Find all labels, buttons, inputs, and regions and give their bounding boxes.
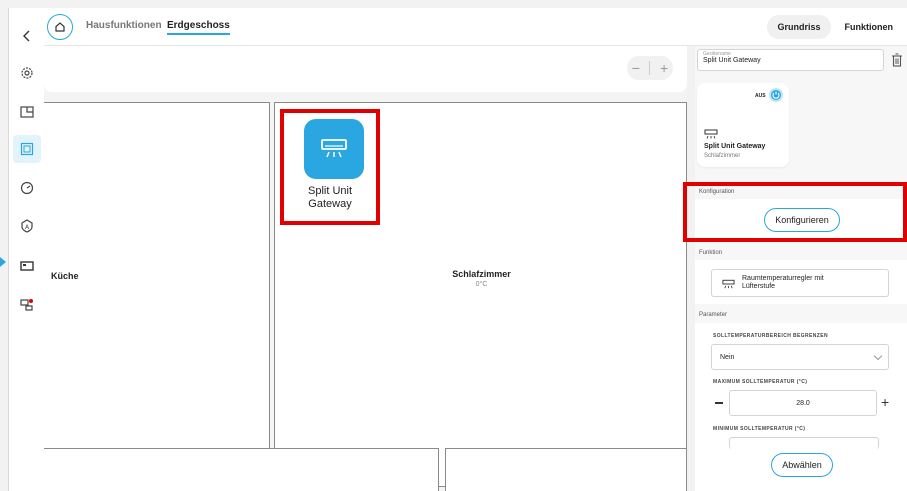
- grid-icon: [20, 142, 34, 156]
- room-bottom-left[interactable]: [44, 448, 439, 491]
- shield-icon: A: [21, 219, 33, 233]
- section-parameter: Parameter: [695, 312, 907, 318]
- power-toggle[interactable]: [769, 88, 783, 102]
- device-card-title: Split Unit Gateway: [704, 143, 766, 150]
- funktion-card: Raumtemperaturregler mit Lüfterstufe: [695, 260, 907, 304]
- home-button[interactable]: [47, 14, 73, 40]
- config-highlight: [683, 182, 907, 242]
- trash-icon[interactable]: [891, 53, 903, 67]
- floorplan-header: − +: [44, 46, 687, 92]
- breadcrumb-erdgeschoss[interactable]: Erdgeschoss: [167, 20, 230, 35]
- funktion-select[interactable]: Raumtemperaturregler mit Lüfterstufe: [711, 269, 889, 297]
- device-name-field-value: Split Unit Gateway: [703, 57, 761, 64]
- properties-panel: Gerätename Split Unit Gateway AUS Split …: [695, 46, 907, 491]
- zoom-in-button[interactable]: +: [660, 60, 668, 76]
- device-highlight: Split Unit Gateway: [280, 109, 380, 225]
- room-temperature: 0°C: [475, 281, 488, 288]
- device-state: AUS: [755, 93, 766, 99]
- air-conditioner-icon: [321, 139, 347, 158]
- view-toggle: Grundriss Funktionen: [767, 15, 903, 39]
- device-card[interactable]: AUS Split Unit Gateway Schlafzimmer: [697, 83, 789, 167]
- max-temp-decrease-button[interactable]: [715, 402, 723, 404]
- power-icon: [772, 91, 780, 99]
- zoom-divider: [649, 61, 651, 75]
- rail-timers[interactable]: [13, 174, 41, 202]
- gear-icon: [21, 67, 33, 79]
- breadcrumb-hausfunktionen[interactable]: Hausfunktionen: [86, 20, 162, 31]
- air-conditioner-icon: [722, 279, 735, 289]
- device-name-field[interactable]: Gerätename Split Unit Gateway: [697, 49, 884, 71]
- room-label-schlafzimmer: Schlafzimmer: [452, 269, 511, 279]
- max-temp-stepper: 28.0 +: [711, 390, 891, 416]
- gauge-icon: [20, 181, 34, 195]
- room-bottom-right[interactable]: [445, 448, 687, 491]
- funktion-value: Raumtemperaturregler mit Lüfterstufe: [742, 275, 824, 290]
- device-tile[interactable]: [304, 119, 364, 179]
- max-temp-increase-button[interactable]: +: [881, 393, 889, 411]
- air-conditioner-icon: [704, 129, 718, 139]
- rail-security[interactable]: A: [13, 212, 41, 240]
- back-icon: [23, 30, 30, 42]
- section-funktion: Funktion: [695, 250, 907, 256]
- parameter-card: SOLLTEMPERATURBEREICH BEGRENZEN Nein MAX…: [695, 323, 907, 491]
- tab-funktionen[interactable]: Funktionen: [835, 15, 904, 39]
- left-rail: A: [8, 8, 44, 491]
- device-name-line-2: Gateway: [308, 198, 352, 210]
- rail-panels[interactable]: [13, 252, 41, 280]
- section-label-funktion: Funktion: [699, 250, 723, 256]
- room-kueche[interactable]: Küche: [44, 102, 270, 487]
- rail-settings[interactable]: [13, 59, 41, 87]
- range-value: Nein: [720, 353, 735, 361]
- back-button[interactable]: [13, 22, 41, 50]
- abwaehlen-button[interactable]: Abwählen: [771, 453, 833, 477]
- floorplan-icon: [20, 106, 34, 118]
- max-temp-value[interactable]: 28.0: [729, 390, 877, 416]
- tab-grundriss[interactable]: Grundriss: [767, 15, 831, 39]
- display-icon: [20, 261, 34, 271]
- range-select[interactable]: Nein: [711, 344, 889, 370]
- min-temp-label: MINIMUM SOLLTEMPERATUR (°C): [713, 426, 806, 432]
- rail-functions[interactable]: [13, 135, 41, 163]
- rail-network[interactable]: [13, 291, 41, 319]
- section-label-parameter: Parameter: [699, 312, 728, 318]
- device-name-line-1: Split Unit: [307, 185, 353, 197]
- device-card-room: Schlafzimmer: [704, 153, 741, 159]
- home-icon: [55, 22, 65, 32]
- room-label-kueche: Küche: [51, 271, 79, 281]
- zoom-out-button[interactable]: −: [632, 60, 640, 76]
- network-icon: [20, 299, 33, 311]
- svg-text:A: A: [25, 224, 30, 231]
- rail-floorplan[interactable]: [13, 98, 41, 126]
- device-name: Split Unit Gateway: [284, 185, 376, 211]
- zoom-control: − +: [627, 56, 673, 80]
- range-label: SOLLTEMPERATURBEREICH BEGRENZEN: [713, 333, 828, 339]
- side-marker: [0, 257, 6, 267]
- max-temp-label: MAXIMUM SOLLTEMPERATUR (°C): [713, 379, 808, 385]
- chevron-down-icon: [873, 351, 883, 361]
- top-bar: Hausfunktionen Erdgeschoss Grundriss Fun…: [44, 8, 907, 46]
- min-temp-field[interactable]: [729, 437, 879, 449]
